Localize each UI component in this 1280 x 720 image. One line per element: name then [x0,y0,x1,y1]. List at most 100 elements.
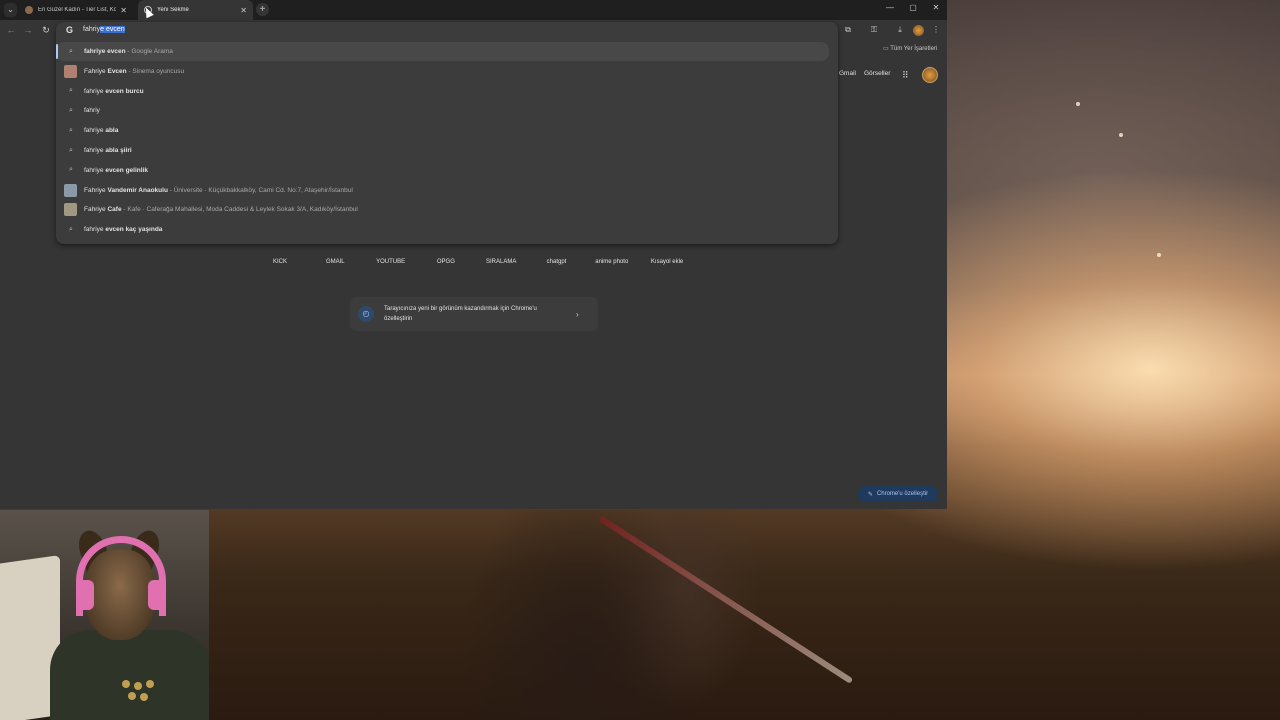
chevron-right-icon: › [576,309,579,319]
search-icon: ⌕ [69,146,73,154]
customize-chrome-button[interactable]: ✎ Chrome'u özelleştir [858,486,938,502]
suggestion-prefix: fahriye [84,147,106,154]
tab-favicon-icon [25,6,33,14]
reload-button[interactable]: ↻ [40,25,52,36]
suggestion-prefix: fahriye [84,166,106,174]
wallpaper-ember [1119,133,1123,137]
images-link[interactable]: Görseller [864,70,890,77]
suggestion-prefix: Fahriye [84,206,108,214]
suggestion-bold-text: Cafe [107,206,122,214]
search-icon: ⌕ [69,166,73,174]
palette-icon: ◴ [358,306,374,322]
webcam-medal [140,693,148,701]
suggestion-prefix: fahriy [84,107,100,115]
tab-close-icon[interactable]: ✕ [120,6,127,15]
maximize-button[interactable]: ▢ [905,3,921,12]
suggestion-prefix: Fahriye [84,67,108,75]
search-icon: ⌕ [69,87,73,95]
minimize-button[interactable]: — [882,3,898,12]
suggestion-subtitle: - Üniversite · Küçükbakkalköy, Cami Cd. … [167,186,353,194]
omnibox-suggestion[interactable]: ⌕ fahriye abla [56,121,838,140]
account-avatar[interactable] [922,67,938,83]
pencil-icon: ✎ [867,491,873,498]
download-icon[interactable]: ⤓ [894,25,906,35]
omnibox-dropdown: G fahriye evcen ⌕ fahriye evcen - Google … [56,22,838,244]
tab-active[interactable]: Yeni Sekme ✕ [138,0,253,20]
webcam-medal [134,682,142,690]
shortcut-label: Kısayol ekle [650,259,684,265]
omnibox-suggestion[interactable]: ⌕ fahriy [56,101,838,120]
webcam-medal [146,680,154,688]
shortcut-label: SIRALAMA [486,259,517,265]
omnibox-suggestion[interactable]: Fahriye Evcen - Sinema oyuncusu [56,62,838,81]
suggestion-bold-text: fahriye evcen [84,48,126,55]
omnibox-autocomplete-text: e evcen [100,26,125,33]
tab-title: Yeni Sekme [157,7,189,13]
webcam-headphone-cup [76,580,94,610]
forward-button[interactable]: → [22,25,34,35]
omnibox-suggestion[interactable]: ⌕ fahriye evcen gelinlik [56,161,838,180]
search-icon: ⌕ [69,47,73,55]
close-window-button[interactable]: ✕ [928,3,944,12]
omnibox-suggestion[interactable]: ⌕ fahriye evcen kaç yaşında [56,220,838,239]
omnibox-input[interactable]: G fahriye evcen [56,22,838,40]
suggestion-subtitle: - Sinema oyuncusu [126,67,185,75]
search-icon: ⌕ [69,225,73,233]
suggestion-bold-text: Vandemir Anaokulu [107,186,168,194]
customize-button-label: Chrome'u özelleştir [876,491,929,497]
suggestion-thumbnail [64,203,77,217]
customize-card-text: Tarayıcınıza yeni bir görünüm kazandırma… [384,306,537,322]
shortcut-label: anime photo [595,259,629,265]
suggestion-prefix: Fahriye [84,186,108,194]
suggestion-bold-text: abla [105,127,119,135]
omnibox-text[interactable]: fahriye evcen [83,26,125,33]
suggestion-prefix: fahriye [84,127,106,135]
all-bookmarks-link[interactable]: ▭ Tüm Yer İşaretleri [883,45,937,52]
webcam-medal [128,692,136,700]
back-button[interactable]: ← [5,25,17,35]
suggestion-thumbnail [64,64,77,78]
profile-avatar[interactable] [913,25,924,36]
suggestion-prefix: fahriye [84,226,106,234]
customize-chrome-card[interactable]: ◴ Tarayıcınıza yeni bir görünüm kazandır… [350,297,598,331]
webcam-medal [122,680,130,688]
browser-window: ⌄ En Güzel Kadın - Tier List, Kör S ✕ Ye… [0,0,947,509]
shortcut-label: OPGG [436,259,455,265]
new-tab-button[interactable]: + [256,3,269,16]
tab-close-icon[interactable]: ✕ [240,6,247,15]
omnibox-suggestion[interactable]: Fahriye Vandemir Anaokulu - Üniversite ·… [56,181,838,200]
search-icon: ⌕ [69,106,73,114]
suggestion-bold-text: abla şiiri [105,147,132,154]
omnibox-suggestion[interactable]: ⌕ fahriye abla şiiri [56,141,838,160]
wallpaper-ember [1076,102,1080,106]
search-icon: ⌕ [69,126,73,134]
suggestion-bold-text: Evcen [107,67,127,75]
omnibox-suggestion[interactable]: ⌕ fahriye evcen - Google Arama [56,42,829,61]
suggestion-subtitle: - Google Arama [125,48,173,55]
wallpaper-ember [1157,253,1161,257]
tab-inactive[interactable]: En Güzel Kadın - Tier List, Kör S ✕ [19,0,133,20]
suggestion-prefix: fahriye [84,87,106,95]
webcam-overlay [0,510,209,720]
shortcut-label: GMAIL [325,259,345,265]
webcam-uniform [50,630,209,720]
omnibox-typed-text: fahriy [83,26,101,33]
google-g-icon: G [66,25,74,35]
suggestion-bold-text: evcen gelinlik [105,166,148,174]
shortcut-label: YOUTUBE [376,259,406,265]
omnibox-suggestion[interactable]: ⌕ fahriye evcen burcu [56,82,838,101]
webcam-headphone-cup [148,580,166,610]
chrome-menu-icon[interactable]: ⋮ [930,25,942,34]
extensions-icon[interactable]: ⧉ [842,25,854,35]
tab-title: En Güzel Kadın - Tier List, Kör S [38,7,117,13]
shortcut-label: KICK [272,259,287,265]
gmail-link[interactable]: Gmail [839,70,856,77]
password-key-icon[interactable]: ⚿ [868,25,880,35]
shortcut-label: chatgpt [546,259,567,265]
google-apps-icon[interactable]: ⠿ [902,70,909,81]
tab-search-button[interactable]: ⌄ [4,3,17,17]
all-bookmarks-label: Tüm Yer İşaretleri [890,46,938,52]
suggestion-bold-text: evcen burcu [105,87,144,95]
suggestion-thumbnail [64,183,77,197]
omnibox-suggestion[interactable]: Fahriye Cafe - Kafe · Caferağa Mahallesi… [56,200,838,219]
